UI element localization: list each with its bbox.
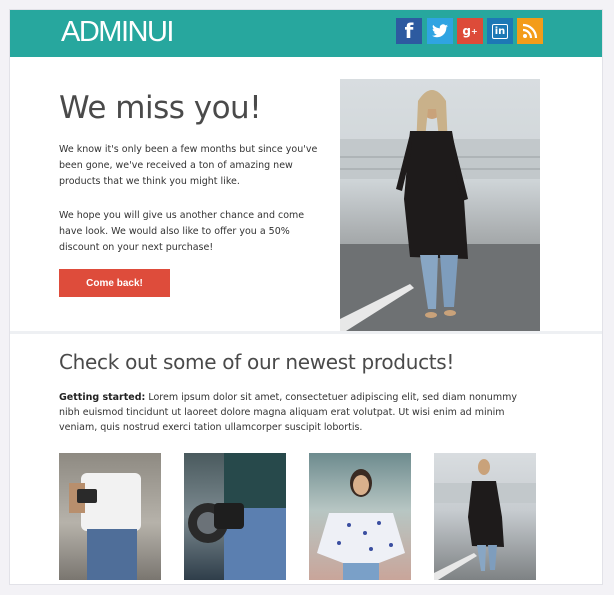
google-plus-icon[interactable]: g + xyxy=(457,18,483,44)
rss-icon[interactable] xyxy=(517,18,543,44)
product-image-2[interactable] xyxy=(184,453,286,580)
linkedin-icon[interactable]: in xyxy=(487,18,513,44)
email-container: ADMINUI f g + in We miss you! We know it'… xyxy=(9,9,603,585)
products-title: Check out some of our newest products! xyxy=(59,350,455,374)
email-header: ADMINUI f g + in xyxy=(10,10,602,57)
facebook-icon[interactable]: f xyxy=(396,18,422,44)
twitter-icon[interactable] xyxy=(427,18,453,44)
product-image-3[interactable] xyxy=(309,453,411,580)
product-image-4[interactable] xyxy=(434,453,536,580)
intro-paragraph: We know it's only been a few months but … xyxy=(59,144,318,187)
intro-label: Getting started: xyxy=(59,392,146,403)
offer-paragraph: We hope you will give us another chance … xyxy=(59,210,305,253)
product-image-1[interactable] xyxy=(59,453,161,580)
hero-image xyxy=(340,79,540,331)
section-divider xyxy=(10,331,602,334)
headline: We miss you! xyxy=(59,90,262,126)
come-back-button[interactable]: Come back! xyxy=(59,269,170,297)
products-intro: Getting started: Lorem ipsum dolor sit a… xyxy=(59,390,539,435)
logo: ADMINUI xyxy=(61,16,174,48)
